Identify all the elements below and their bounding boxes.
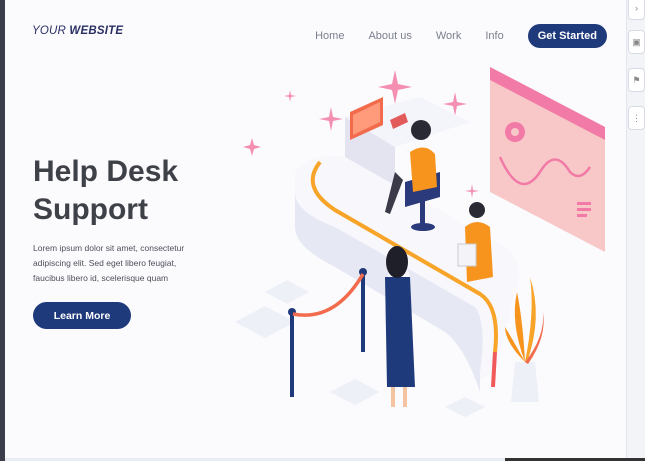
nav-home[interactable]: Home (315, 30, 344, 42)
more-icon[interactable]: ⋮ (628, 106, 645, 130)
chevron-icon[interactable]: › (628, 0, 645, 20)
landing-page: YOUR WEBSITE Home About us Work Info Get… (5, 0, 627, 458)
image-icon[interactable]: ▣ (628, 30, 645, 54)
nav-work[interactable]: Work (436, 30, 461, 42)
hero-description: Lorem ipsum dolor sit amet, consectetur … (33, 243, 185, 283)
side-toolbar: › ▣ ⚑ ⋮ (626, 0, 645, 461)
site-logo[interactable]: YOUR WEBSITE (32, 25, 123, 37)
hero-title-line2: Support (33, 193, 148, 226)
nav-about[interactable]: About us (368, 30, 411, 42)
top-nav: Home About us Work Info Get Started (315, 24, 607, 48)
help-desk-illustration (235, 67, 605, 417)
wall-screen (490, 67, 605, 252)
hero-title-line1: Help Desk (33, 155, 179, 188)
learn-more-button[interactable]: Learn More (33, 302, 131, 329)
flag-icon[interactable]: ⚑ (628, 68, 645, 92)
logo-part2: WEBSITE (69, 25, 124, 37)
nav-info[interactable]: Info (485, 30, 503, 42)
hero-title: Help Desk Support (33, 153, 178, 229)
get-started-button[interactable]: Get Started (527, 24, 607, 48)
logo-part1: YOUR (32, 25, 70, 37)
